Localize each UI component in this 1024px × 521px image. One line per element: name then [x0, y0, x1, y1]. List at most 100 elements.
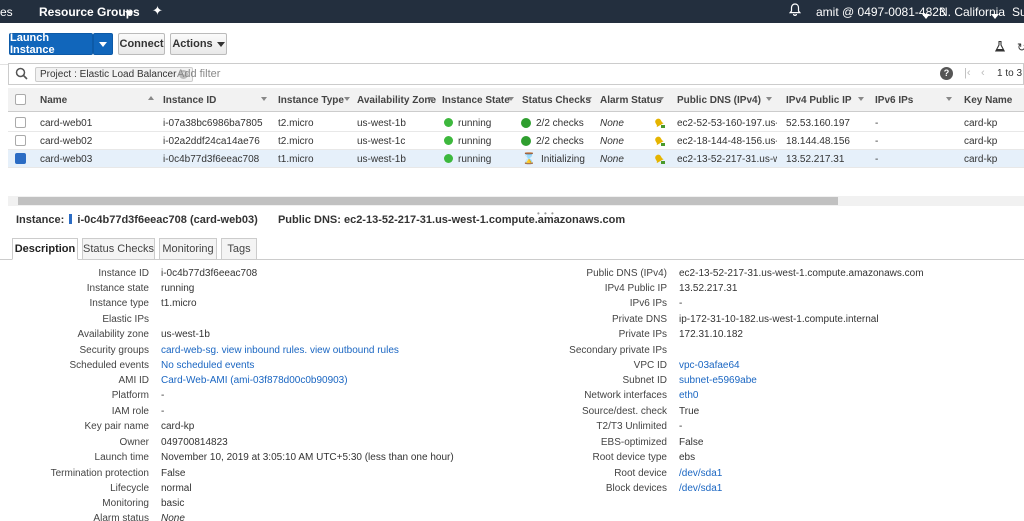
table-row[interactable]: card-web03 i-0c4b77d3f6eeac708 t1.micro …: [8, 150, 1024, 168]
cell-status-checks[interactable]: 2/2 checks ...: [536, 118, 586, 129]
table-row[interactable]: card-web02 i-02a2ddf24ca14ae76 t2.micro …: [8, 132, 1024, 150]
pagination-text: 1 to 3 o: [997, 68, 1024, 79]
field-label: Platform: [111, 390, 149, 401]
alarm-bell-icon[interactable]: [653, 117, 665, 129]
scrollbar-thumb[interactable]: [18, 197, 838, 205]
chevron-down-icon: [99, 41, 107, 47]
root-device-link[interactable]: /dev/sda1: [679, 468, 722, 479]
actions-button[interactable]: Actions: [170, 33, 227, 55]
cell-ipv6: -: [875, 136, 879, 147]
cell-zone: us-west-1b: [357, 154, 406, 165]
tab-tags[interactable]: Tags: [221, 238, 257, 260]
col-key-name[interactable]: Key Name: [964, 95, 1012, 106]
alarm-bell-icon[interactable]: [653, 153, 665, 165]
col-name[interactable]: Name: [40, 95, 67, 106]
field-label: Scheduled events: [69, 360, 149, 371]
field-label: Elastic IPs: [102, 314, 149, 325]
security-groups-link[interactable]: card-web-sg. view inbound rules. view ou…: [161, 345, 399, 356]
launch-instance-button[interactable]: Launch Instance: [9, 32, 93, 56]
pin-icon[interactable]: ✦: [152, 3, 163, 19]
select-all-checkbox[interactable]: [15, 94, 26, 105]
running-status-icon: [444, 154, 453, 163]
add-filter-input[interactable]: Add filter: [177, 68, 220, 80]
field-label: IAM role: [111, 406, 149, 417]
field-value: 172.31.10.182: [679, 329, 743, 340]
field-value: -: [161, 390, 165, 401]
top-nav: es Resource Groups ✦ amit @ 0497-0081-48…: [0, 0, 1024, 23]
instance-label: Instance:: [16, 214, 65, 226]
cell-ipv6: -: [875, 154, 879, 165]
refresh-icon[interactable]: ↻: [1017, 41, 1024, 54]
field-value: card-kp: [161, 421, 195, 432]
col-instance-type[interactable]: Instance Type: [278, 95, 344, 106]
field-label: Availability zone: [77, 329, 149, 340]
sort-icon: [344, 97, 350, 101]
col-instance-state[interactable]: Instance State: [442, 95, 510, 106]
sort-asc-icon: [148, 96, 154, 100]
field-value: normal: [161, 483, 192, 494]
tab-description[interactable]: Description: [12, 238, 78, 260]
scheduled-events-link[interactable]: No scheduled events: [161, 360, 254, 371]
cell-instance-type: t2.micro: [278, 136, 314, 147]
cell-public-ip: 18.144.48.156: [786, 136, 850, 147]
row-checkbox[interactable]: [15, 153, 26, 164]
public-dns-label: Public DNS:: [277, 214, 341, 226]
field-label: Security groups: [79, 345, 149, 356]
filter-token-value: : Elastic Load Balancer: [74, 69, 177, 80]
field-label: Alarm status: [93, 513, 149, 521]
col-status-checks[interactable]: Status Checks: [522, 95, 591, 106]
first-page-icon[interactable]: |‹: [964, 67, 971, 79]
cell-key-name: card-kp: [964, 154, 998, 165]
help-icon[interactable]: ?: [940, 67, 953, 80]
cell-status-checks[interactable]: 2/2 checks ...: [536, 136, 586, 147]
field-value: ip-172-31-10-182.us-west-1.compute.inter…: [679, 314, 879, 325]
prev-page-icon[interactable]: ‹: [981, 67, 985, 79]
tab-monitoring[interactable]: Monitoring: [159, 238, 217, 260]
field-label: Source/dest. check: [581, 406, 667, 417]
ami-id-link[interactable]: Card-Web-AMI (ami-03f878d00c0b90903): [161, 375, 348, 386]
resource-groups-chevron-icon[interactable]: [125, 5, 133, 19]
flask-icon[interactable]: [994, 40, 1006, 55]
services-menu[interactable]: es: [0, 5, 13, 19]
horizontal-scrollbar[interactable]: [8, 196, 1024, 206]
field-value: t1.micro: [161, 298, 197, 309]
subnet-id-link[interactable]: subnet-e5969abe: [679, 375, 757, 386]
running-status-icon: [444, 136, 453, 145]
bell-icon[interactable]: [788, 3, 802, 19]
row-checkbox[interactable]: [15, 117, 26, 128]
connect-button[interactable]: Connect: [118, 33, 165, 55]
field-label: Subnet ID: [622, 375, 667, 386]
field-label: Instance type: [89, 298, 149, 309]
field-label: Root device type: [592, 452, 668, 463]
cell-alarm: None: [600, 136, 624, 147]
col-alarm-status[interactable]: Alarm Status: [600, 95, 662, 106]
alarm-bell-icon[interactable]: [653, 135, 665, 147]
col-ipv4-public-ip[interactable]: IPv4 Public IP: [786, 95, 852, 106]
col-public-dns[interactable]: Public DNS (IPv4): [677, 95, 761, 106]
filter-token[interactable]: Project: Elastic Load Balancer ×: [35, 67, 194, 82]
row-checkbox[interactable]: [15, 135, 26, 146]
table-row[interactable]: card-web01 i-07a38bc6986ba7805 t2.micro …: [8, 114, 1024, 132]
field-value: 049700814823: [161, 437, 228, 448]
tab-status-checks[interactable]: Status Checks: [82, 238, 155, 260]
network-interface-link[interactable]: eth0: [679, 390, 698, 401]
col-ipv6-ips[interactable]: IPv6 IPs: [875, 95, 913, 106]
field-label: Private DNS: [611, 314, 667, 325]
sort-icon: [766, 97, 772, 101]
cell-state: running: [458, 154, 492, 165]
toolbar: Launch Instance Connect Actions ↻: [0, 23, 1024, 65]
cell-public-dns: ec2-18-144-48-156.us-...: [677, 136, 777, 147]
running-status-icon: [444, 118, 453, 127]
block-device-link[interactable]: /dev/sda1: [679, 483, 722, 494]
col-instance-id[interactable]: Instance ID: [163, 95, 216, 106]
col-availability-zone[interactable]: Availability Zone: [357, 95, 436, 106]
support-menu[interactable]: Su: [1012, 5, 1024, 19]
field-value: -: [679, 298, 683, 309]
launch-dropdown-button[interactable]: [93, 33, 113, 55]
cell-alarm: None: [600, 154, 624, 165]
filter-bar[interactable]: Project: Elastic Load Balancer × Add fil…: [8, 63, 1024, 85]
vpc-id-link[interactable]: vpc-03afae64: [679, 360, 740, 371]
filter-token-key: Project: [40, 69, 72, 80]
cell-name: card-web01: [40, 118, 93, 129]
field-value: -: [161, 406, 165, 417]
